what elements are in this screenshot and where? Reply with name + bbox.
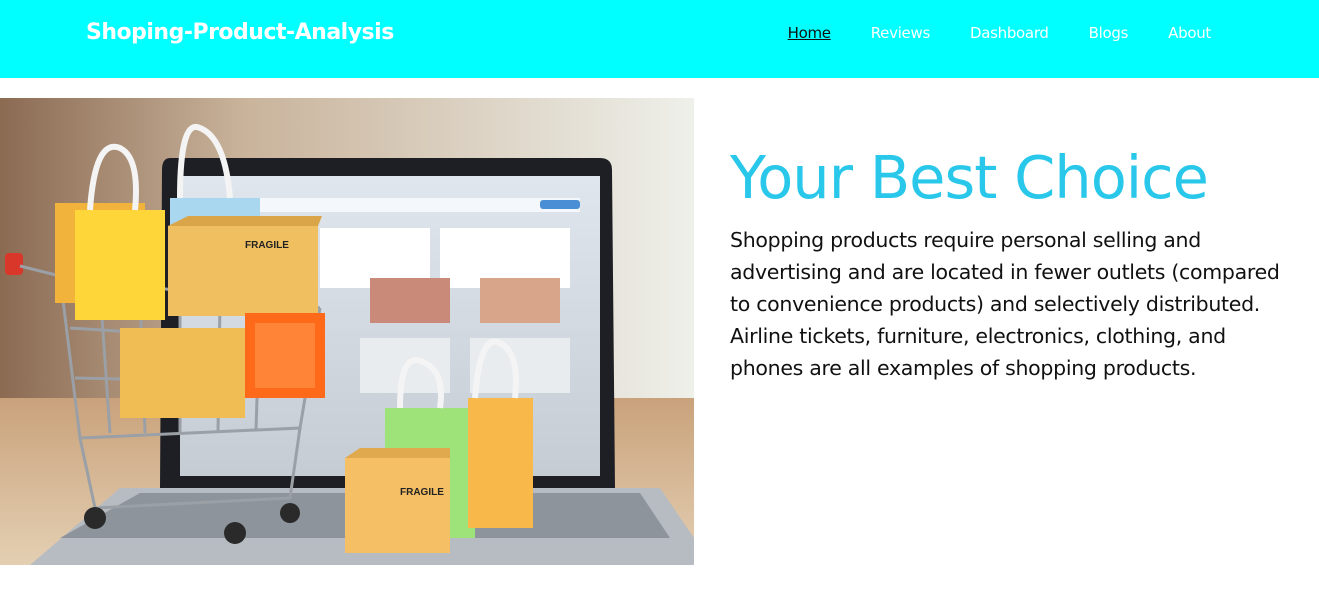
hero-description: Shopping products require personal selli…	[730, 228, 1280, 380]
hero-image: FRAGILE FRAGILE	[0, 98, 694, 565]
fragile-label: FRAGILE	[245, 240, 289, 251]
nav-link-reviews[interactable]: Reviews	[871, 24, 931, 42]
shopping-cart-illustration: FRAGILE FRAGILE	[0, 98, 694, 565]
fragile-label-2: FRAGILE	[400, 487, 444, 498]
hero-text: Your Best Choice Shopping products requi…	[730, 142, 1285, 384]
nav-link-about[interactable]: About	[1168, 24, 1211, 42]
brand-logo[interactable]: Shoping-Product-Analysis	[86, 20, 394, 45]
nav-link-blogs[interactable]: Blogs	[1089, 24, 1129, 42]
nav-menu: Home Reviews Dashboard Blogs About	[788, 24, 1212, 42]
nav-link-home[interactable]: Home	[788, 24, 831, 42]
hero-title: Your Best Choice	[730, 143, 1209, 212]
nav-link-dashboard[interactable]: Dashboard	[970, 24, 1049, 42]
navbar: Shoping-Product-Analysis Home Reviews Da…	[0, 0, 1319, 78]
